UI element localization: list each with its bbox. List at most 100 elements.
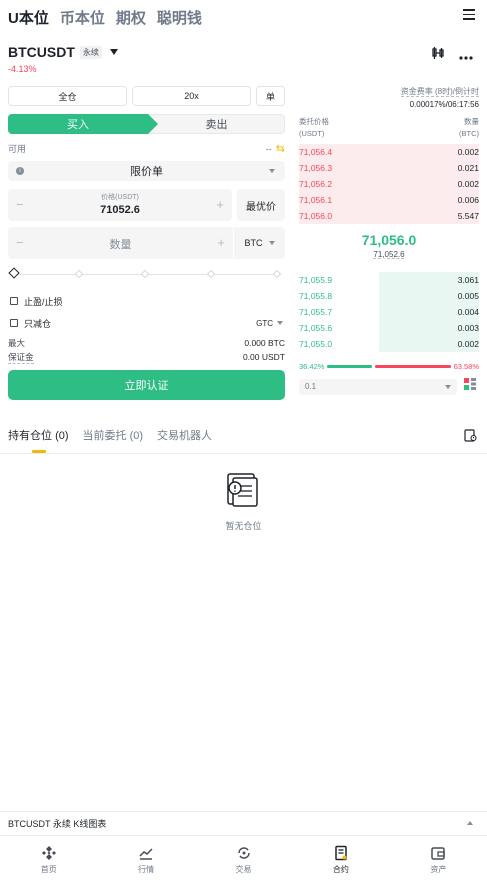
- price-label: 价格(USDT): [101, 194, 139, 201]
- chevron-up-icon: [467, 821, 473, 825]
- buy-tab[interactable]: 买入: [8, 114, 158, 134]
- asks-list: 71,056.4 0.002 71,056.3 0.021 71,056.2 0.00…: [299, 144, 479, 224]
- sell-ratio: 63.58%: [453, 361, 479, 371]
- orderbook-layout-icon[interactable]: [463, 377, 477, 396]
- tab-smart-money[interactable]: 聪明钱: [157, 7, 202, 28]
- tab-trading-bots-label: 交易机器人: [157, 430, 213, 442]
- position-mode-button[interactable]: 单: [256, 86, 285, 106]
- bid-row[interactable]: 71,055.7 0.004: [299, 304, 479, 320]
- ask-qty: 0.006: [457, 195, 479, 205]
- buy-sell-ratio: 36.42% 63.58%: [299, 361, 479, 371]
- available-label: 可用: [8, 143, 27, 154]
- sell-tab[interactable]: 卖出: [148, 114, 285, 134]
- bid-row[interactable]: 71,055.8 0.005: [299, 288, 479, 304]
- bid-price: 71,055.8: [299, 291, 333, 301]
- bid-qty: 0.002: [457, 339, 479, 349]
- quantity-input[interactable]: − 数量 +: [8, 227, 233, 259]
- quantity-increment-button[interactable]: +: [217, 235, 225, 250]
- order-type-select[interactable]: i 限价单: [8, 161, 285, 181]
- bid-row[interactable]: 71,055.6 0.003: [299, 320, 479, 336]
- top-nav: U本位 币本位 期权 聪明钱: [0, 0, 487, 34]
- quantity-unit: BTC: [244, 238, 263, 248]
- bid-row[interactable]: 71,055.9 3.061: [299, 272, 479, 288]
- nav-trade[interactable]: 交易: [195, 836, 292, 882]
- bottom-nav: 首页 行情 交易 合约 资产: [0, 835, 487, 882]
- tab-options[interactable]: 期权: [116, 7, 146, 28]
- bid-row[interactable]: 71,055.0 0.002: [299, 336, 479, 352]
- tab-usdt-m[interactable]: U本位: [8, 7, 49, 28]
- futures-icon: [335, 845, 347, 861]
- tpsl-checkbox[interactable]: [10, 297, 18, 305]
- best-price-button[interactable]: 最优价: [237, 189, 285, 221]
- ask-row[interactable]: 71,056.3 0.021: [299, 160, 479, 176]
- nav-trade-label: 交易: [235, 865, 252, 874]
- tpsl-label: 止盈/止损: [24, 296, 63, 307]
- max-label: 最大: [8, 338, 26, 348]
- bid-price: 71,055.6: [299, 323, 333, 333]
- empty-document-icon: [222, 470, 262, 515]
- order-history-icon[interactable]: [464, 429, 477, 445]
- ask-row[interactable]: 71,056.0 5.547: [299, 208, 479, 224]
- nav-futures[interactable]: 合约: [292, 836, 389, 882]
- ask-row[interactable]: 71,056.4 0.002: [299, 144, 479, 160]
- bid-price: 71,055.9: [299, 275, 333, 285]
- info-icon[interactable]: i: [16, 167, 24, 175]
- price-increment-button[interactable]: +: [216, 197, 224, 212]
- depth-value: 0.1: [305, 382, 317, 391]
- quantity-slider[interactable]: [8, 266, 285, 282]
- time-in-force-select[interactable]: GTC: [256, 319, 283, 328]
- chevron-down-icon: [445, 384, 451, 389]
- ask-price: 71,056.4: [299, 147, 333, 157]
- mark-price: 71,052.6: [373, 250, 405, 259]
- tab-coin-m[interactable]: 币本位: [60, 7, 105, 28]
- bid-qty: 3.061: [457, 275, 479, 285]
- ask-row[interactable]: 71,056.1 0.006: [299, 192, 479, 208]
- verify-now-button[interactable]: 立即认证: [8, 370, 285, 400]
- slider-handle[interactable]: [8, 267, 20, 279]
- transfer-icon[interactable]: ⇆: [276, 143, 285, 155]
- reduce-only-checkbox[interactable]: [10, 319, 18, 327]
- order-type-value: 限价单: [130, 166, 163, 178]
- bid-price: 71,055.7: [299, 307, 333, 317]
- kline-chart-toggle[interactable]: BTCUSDT 永续 K线图表: [0, 811, 487, 835]
- bid-qty: 0.004: [457, 307, 479, 317]
- candlestick-icon[interactable]: [431, 46, 445, 65]
- ask-qty: 5.547: [457, 211, 479, 221]
- bid-qty: 0.003: [457, 323, 479, 333]
- buy-ratio: 36.42%: [299, 361, 325, 371]
- nav-assets[interactable]: 资产: [390, 836, 487, 882]
- tab-open-orders[interactable]: 当前委托 (0): [83, 427, 144, 453]
- nav-markets[interactable]: 行情: [97, 836, 194, 882]
- more-icon[interactable]: [459, 47, 473, 65]
- funding-rate-label: 资金费率 (8时)/倒计时: [400, 87, 479, 97]
- leverage-button[interactable]: 20x: [132, 86, 251, 106]
- symbol-selector[interactable]: BTCUSDT 永续: [8, 44, 118, 60]
- ask-price: 71,056.3: [299, 163, 333, 173]
- margin-mode-button[interactable]: 全仓: [8, 86, 127, 106]
- tab-positions-count: (0): [55, 430, 69, 442]
- order-book: 资金费率 (8时)/倒计时 0.00017%/06:17:56 委托价格 (USD…: [299, 86, 479, 396]
- tab-positions[interactable]: 持有仓位 (0): [8, 427, 69, 453]
- chevron-down-icon: [269, 169, 275, 173]
- price-value[interactable]: 71052.6: [8, 204, 232, 216]
- quantity-unit-select[interactable]: BTC: [233, 227, 285, 259]
- trade-icon: [237, 847, 250, 859]
- ask-row[interactable]: 71,056.2 0.002: [299, 176, 479, 192]
- nav-home-label: 首页: [40, 865, 57, 874]
- tab-trading-bots[interactable]: 交易机器人: [157, 427, 212, 453]
- empty-positions-text: 暂无仓位: [225, 521, 262, 531]
- chevron-down-icon: [277, 321, 283, 325]
- menu-icon[interactable]: [463, 9, 475, 21]
- qty-header-unit: (BTC): [459, 129, 479, 138]
- bid-price: 71,055.0: [299, 339, 333, 349]
- last-price-block[interactable]: 71,056.0 71,052.6: [299, 224, 479, 272]
- price-input[interactable]: − 价格(USDT) 71052.6 +: [8, 189, 232, 221]
- ask-qty: 0.002: [457, 147, 479, 157]
- depth-select[interactable]: 0.1: [299, 378, 457, 395]
- symbol-name: BTCUSDT: [8, 44, 75, 60]
- order-form: 全仓 20x 单 买入 卖出 可用 -- ⇆ i 限价单 − 价格(USDT) 7…: [8, 86, 285, 400]
- margin-value: 0.00 USDT: [242, 352, 285, 362]
- wallet-icon: [431, 847, 446, 860]
- market-chart-icon: [139, 848, 153, 860]
- nav-home[interactable]: 首页: [0, 836, 97, 882]
